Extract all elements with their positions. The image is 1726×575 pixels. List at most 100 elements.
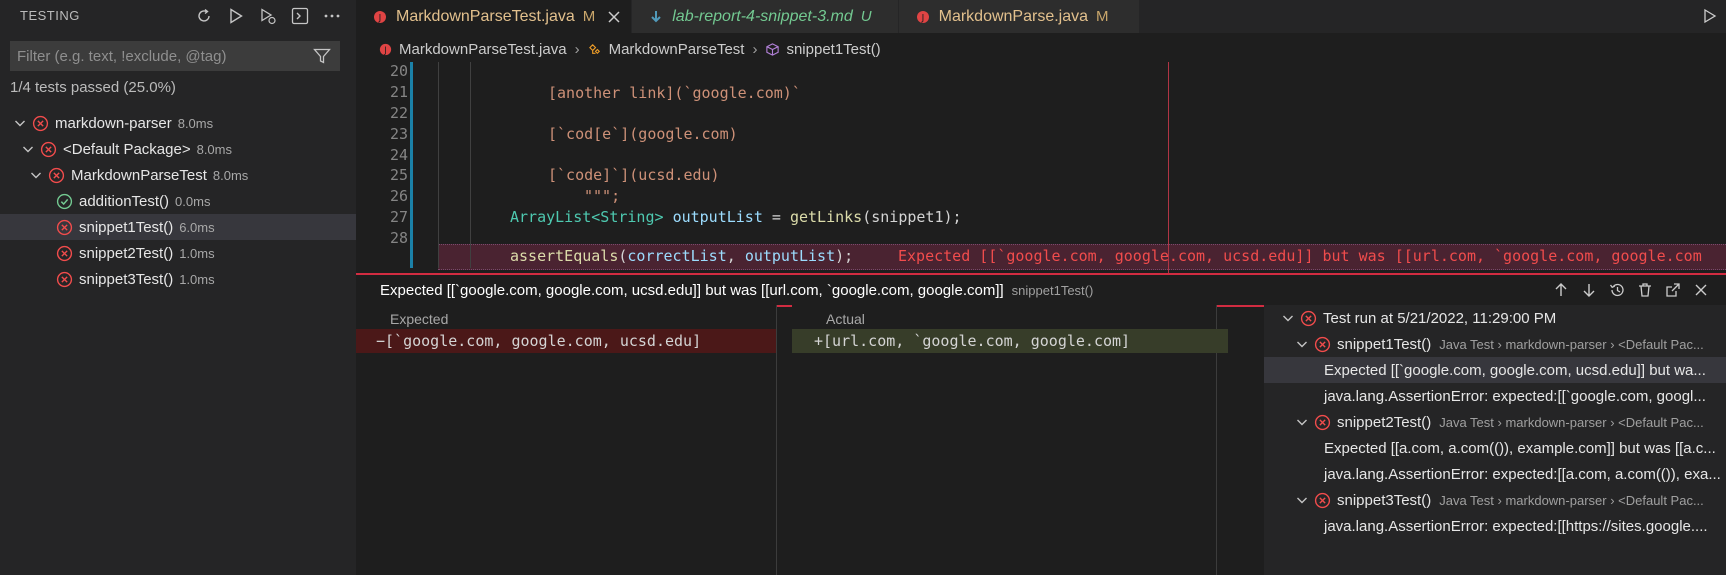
chevron-down-icon[interactable] — [1294, 336, 1310, 352]
testing-sidebar: TESTING 1/4 tests passed (25.0%) markdow… — [0, 0, 356, 575]
tree-item-test[interactable]: snippet3Test() 1.0ms — [0, 266, 356, 292]
expected-line: −[`google.com, google.com, ucsd.edu] — [356, 329, 776, 353]
markdown-file-icon — [651, 10, 661, 22]
chevron-right-icon: › — [752, 40, 758, 58]
result-message[interactable]: Expected [[a.com, a.com(()), example.com… — [1264, 435, 1726, 461]
result-message[interactable]: java.lang.AssertionError: expected:[[htt… — [1264, 513, 1726, 539]
failed-icon — [1300, 310, 1317, 327]
tree-item-test[interactable]: snippet1Test() 6.0ms — [0, 214, 356, 240]
chevron-down-icon[interactable] — [1294, 492, 1310, 508]
breadcrumb-method[interactable]: snippet1Test() — [786, 41, 880, 58]
tree-duration: 6.0ms — [179, 219, 215, 235]
code-line-27: ArrayList<String> outputList = getLinks(… — [510, 208, 962, 226]
tree-item-project[interactable]: markdown-parser 8.0ms — [0, 110, 356, 136]
line-number: 22 — [389, 104, 408, 122]
class-icon — [588, 43, 600, 54]
chevron-down-icon[interactable] — [12, 115, 28, 131]
tree-item-package[interactable]: <Default Package> 8.0ms — [0, 136, 356, 162]
refresh-icon[interactable] — [194, 6, 214, 26]
passed-icon — [56, 193, 73, 210]
code-token: ArrayList — [510, 208, 592, 226]
breadcrumb-class[interactable]: MarkdownParseTest — [609, 41, 745, 58]
chevron-down-icon[interactable] — [28, 167, 44, 183]
test-run-item[interactable]: Test run at 5/21/2022, 11:29:00 PM — [1264, 305, 1726, 331]
code-line-25: [`code]`](ucsd.edu) — [548, 166, 720, 184]
chevron-down-icon[interactable] — [1280, 310, 1296, 326]
result-message[interactable]: Expected [[`google.com, google.com, ucsd… — [1264, 357, 1726, 383]
close-icon[interactable] — [1692, 281, 1710, 299]
tree-duration: 1.0ms — [179, 271, 215, 287]
tab-label: lab-report-4-snippet-3.md — [672, 7, 853, 25]
trash-icon[interactable] — [1636, 281, 1654, 299]
result-test-name: snippet1Test() — [1337, 335, 1432, 353]
open-in-editor-icon[interactable] — [1664, 281, 1682, 299]
test-tree: markdown-parser 8.0ms <Default Package> … — [0, 110, 356, 292]
line-number: 20 — [389, 62, 408, 80]
filter-input[interactable] — [10, 46, 312, 66]
test-peek-header: Expected [[`google.com, google.com, ucsd… — [356, 273, 1726, 307]
history-icon[interactable] — [1608, 281, 1626, 299]
failed-icon — [40, 141, 57, 158]
result-test-item[interactable]: snippet1Test() Java Test › markdown-pars… — [1264, 331, 1726, 357]
tree-label: additionTest() — [79, 192, 170, 210]
more-icon[interactable] — [322, 6, 342, 26]
tree-item-test[interactable]: snippet2Test() 1.0ms — [0, 240, 356, 266]
tree-duration: 0.0ms — [175, 193, 211, 209]
arrow-up-icon[interactable] — [1552, 281, 1570, 299]
close-icon[interactable] — [607, 10, 621, 24]
result-test-item[interactable]: snippet2Test() Java Test › markdown-pars… — [1264, 409, 1726, 435]
tree-duration: 8.0ms — [196, 141, 232, 157]
tree-label: snippet1Test() — [79, 218, 174, 236]
peek-title: Expected [[`google.com, google.com, ucsd… — [380, 281, 1004, 299]
chevron-down-icon[interactable] — [1294, 414, 1310, 430]
sidebar-header: TESTING — [0, 0, 356, 31]
peek-test-name: snippet1Test() — [1011, 282, 1094, 298]
line-number: 23 — [389, 125, 408, 143]
breadcrumb-file[interactable]: MarkdownParseTest.java — [399, 41, 567, 58]
run-icon[interactable] — [1702, 8, 1718, 24]
sidebar-actions — [194, 6, 342, 26]
method-icon — [766, 42, 780, 56]
diff-divider[interactable] — [776, 305, 777, 575]
failed-icon — [56, 245, 73, 262]
test-run-label: Test run at 5/21/2022, 11:29:00 PM — [1323, 309, 1557, 327]
tree-item-class[interactable]: MarkdownParseTest 8.0ms — [0, 162, 356, 188]
code-token: assertEquals — [510, 247, 619, 265]
code-token: getLinks — [789, 208, 863, 226]
arrow-down-icon[interactable] — [1580, 281, 1598, 299]
line-number: 27 — [389, 208, 408, 226]
actual-value: +[url.com, `google.com, google.com] — [814, 332, 1131, 350]
actual-pane: Actual +[url.com, `google.com, google.co… — [792, 305, 1228, 575]
result-message[interactable]: java.lang.AssertionError: expected:[[a.c… — [1264, 461, 1726, 487]
tree-label: <Default Package> — [63, 140, 191, 158]
tree-duration: 8.0ms — [212, 167, 249, 183]
tab-markdownparsetest[interactable]: MarkdownParseTest.java M — [356, 0, 633, 33]
result-test-path: Java Test › markdown-parser › <Default P… — [1439, 414, 1704, 430]
chevron-down-icon[interactable] — [20, 141, 36, 157]
tree-item-test[interactable]: additionTest() 0.0ms — [0, 188, 356, 214]
code-line-23: [`cod[e`](google.com) — [548, 125, 738, 143]
line-number: 21 — [389, 83, 408, 101]
filter-icon[interactable] — [312, 46, 332, 66]
terminal-icon[interactable] — [290, 6, 310, 26]
failed-icon — [48, 167, 65, 184]
indent-guide — [438, 62, 439, 268]
code-token: outputList — [672, 208, 763, 226]
result-test-name: snippet3Test() — [1337, 491, 1432, 509]
run-all-icon[interactable] — [226, 6, 246, 26]
expected-pane: Expected −[`google.com, google.com, ucsd… — [356, 305, 776, 575]
result-test-item[interactable]: snippet3Test() Java Test › markdown-pars… — [1264, 487, 1726, 513]
editor-ruler — [1168, 62, 1169, 302]
code-token: (snippet1); — [862, 208, 962, 226]
failed-icon — [56, 271, 73, 288]
code-line-21: [another link](`google.com)` — [548, 84, 801, 102]
debug-all-icon[interactable] — [258, 6, 278, 26]
result-message[interactable]: java.lang.AssertionError: expected:[[`go… — [1264, 383, 1726, 409]
gutter-change-bar — [410, 62, 413, 268]
tab-markdownparse[interactable]: MarkdownParse.java M — [898, 0, 1140, 33]
code-line-28: assertEquals(correctList, outputList); — [510, 247, 853, 265]
code-token: outputList — [744, 247, 836, 265]
tab-lab-report[interactable]: lab-report-4-snippet-3.md U — [632, 0, 899, 33]
test-summary: 1/4 tests passed (25.0%) — [10, 79, 176, 96]
actual-label: Actual — [826, 311, 865, 327]
